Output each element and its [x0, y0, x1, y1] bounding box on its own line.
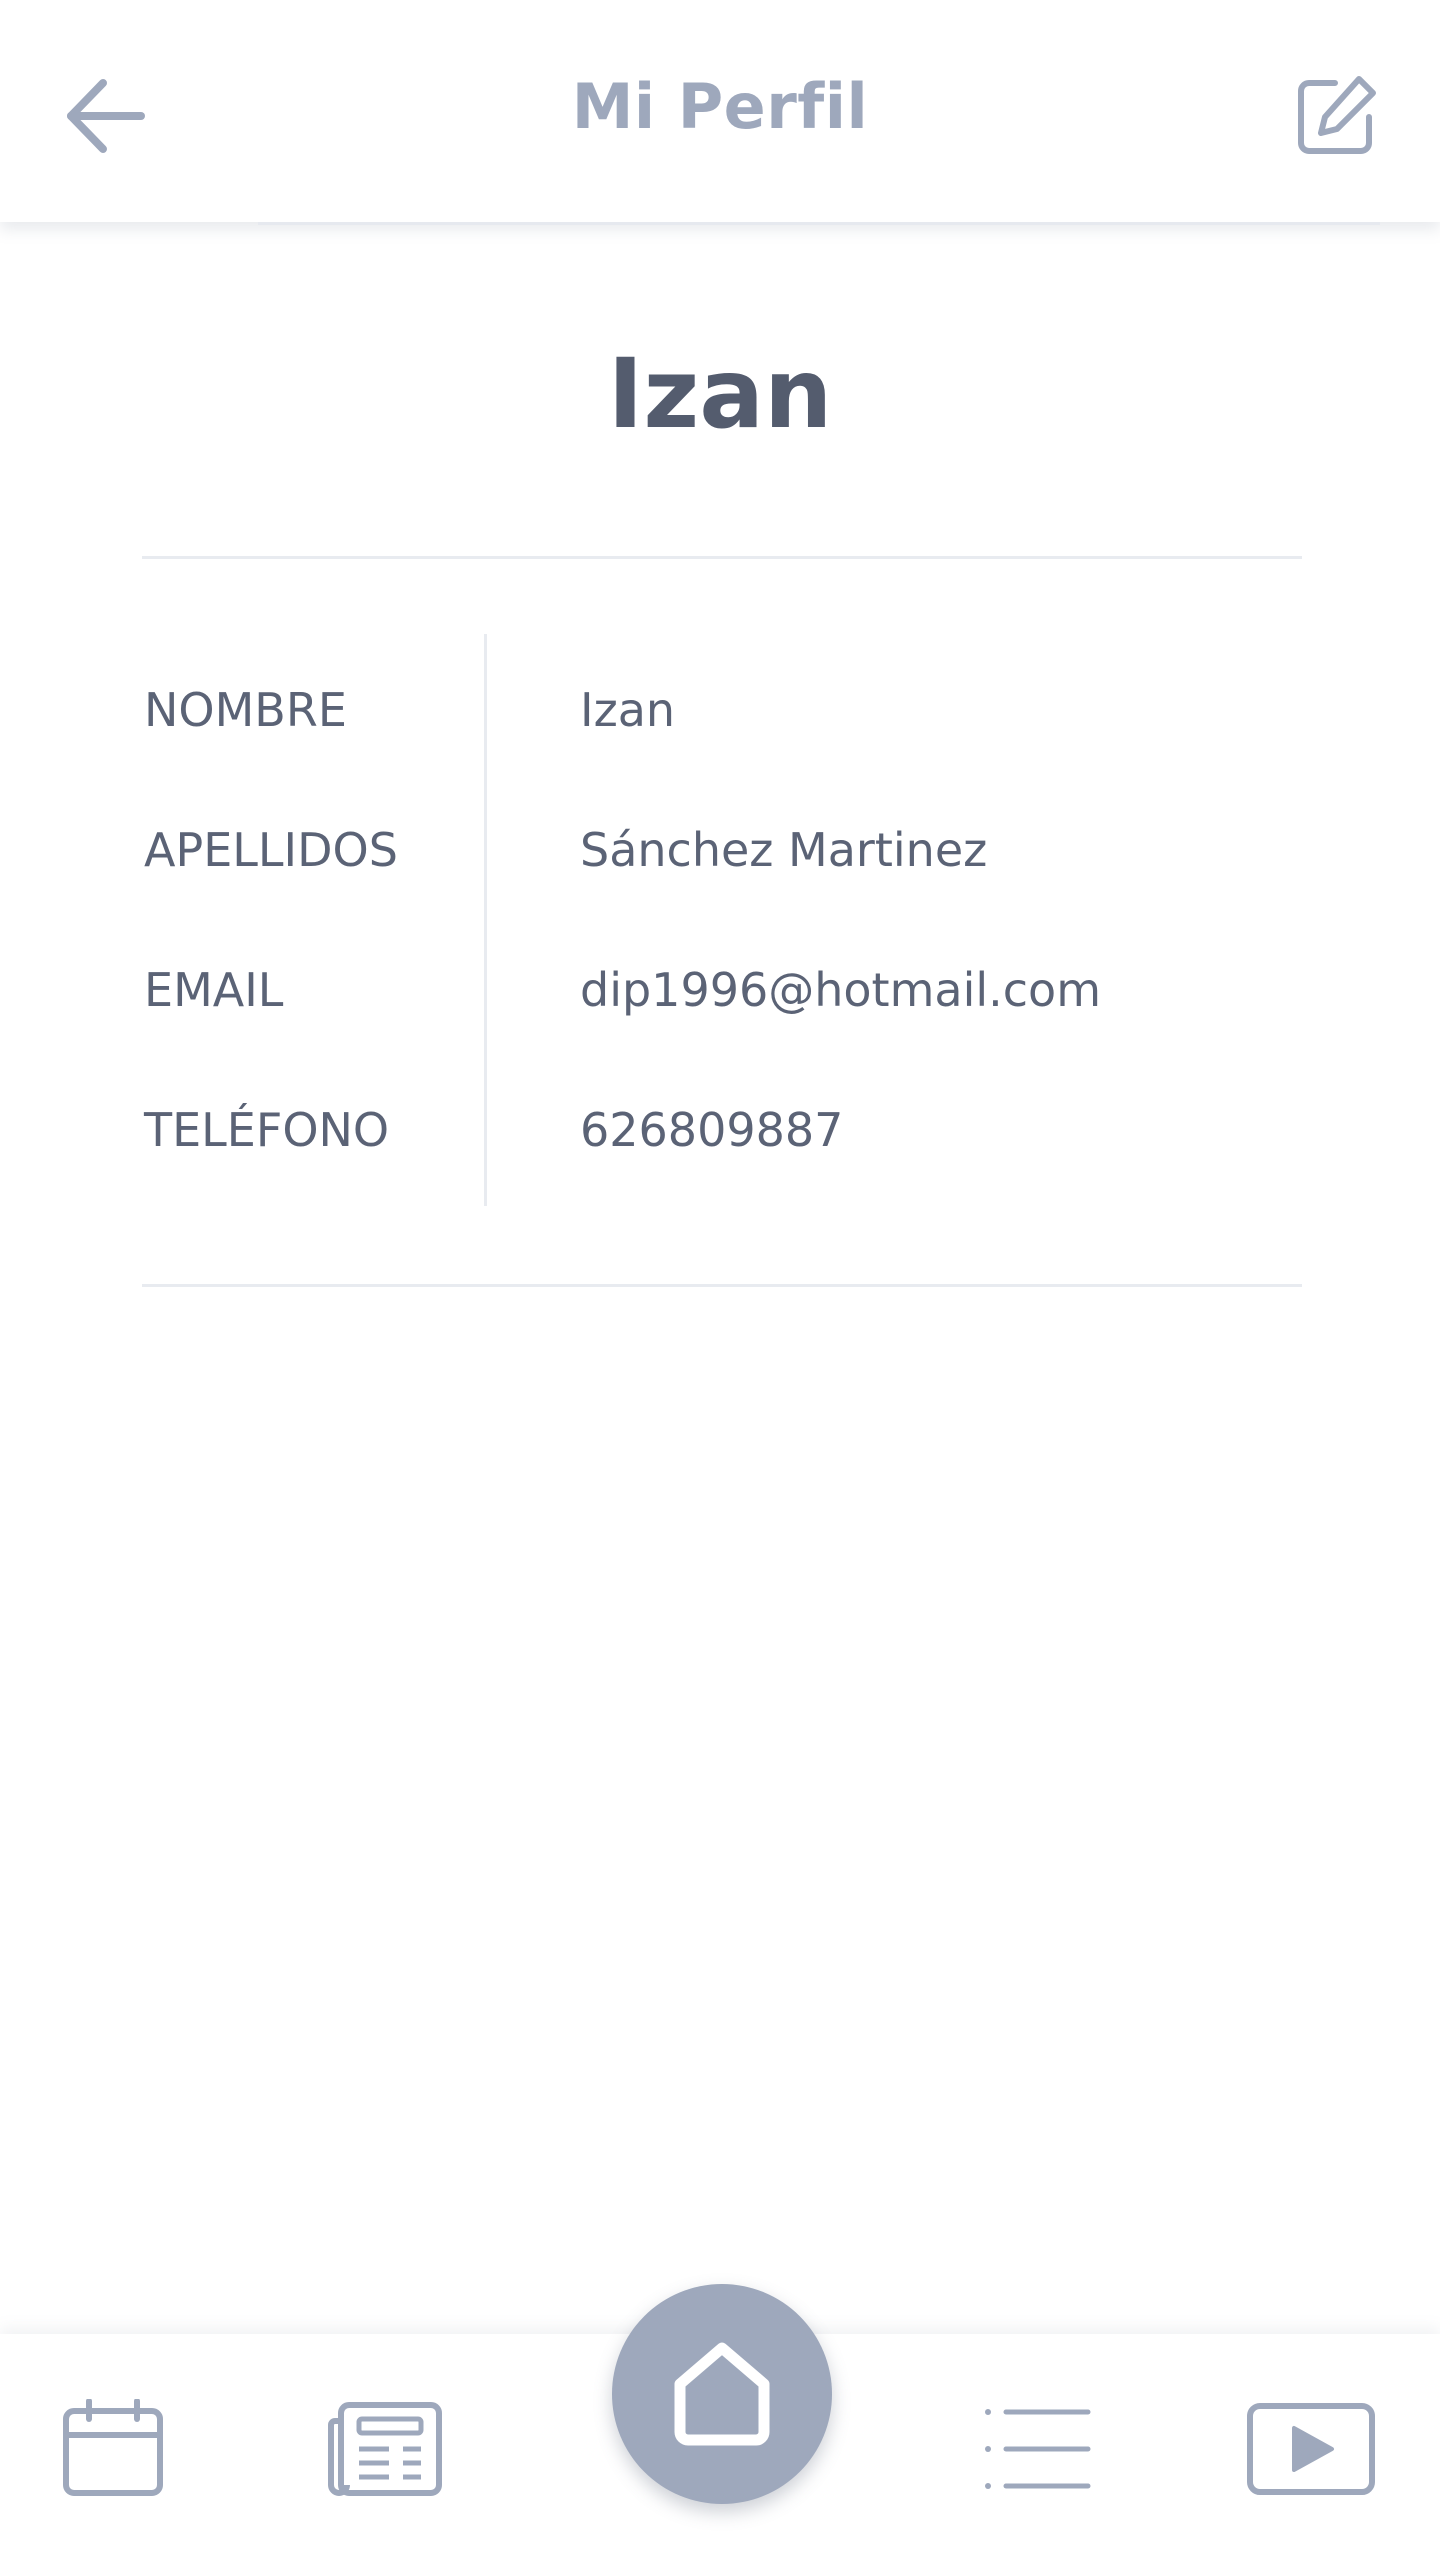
- divider: [142, 1284, 1302, 1287]
- page-title: Mi Perfil: [571, 70, 869, 143]
- nav-calendar-button[interactable]: [48, 2394, 178, 2504]
- edit-profile-button[interactable]: [1276, 56, 1396, 176]
- detail-row-apellidos: APELLIDOS Sánchez Martinez: [142, 810, 1302, 890]
- detail-row-telefono: TELÉFONO 626809887: [142, 1090, 1302, 1170]
- detail-label: APELLIDOS: [144, 823, 398, 877]
- detail-value: Sánchez Martinez: [580, 823, 988, 877]
- top-app-bar: Mi Perfil: [0, 0, 1440, 222]
- detail-label: NOMBRE: [144, 683, 347, 737]
- header-underline: [258, 222, 1380, 225]
- nav-news-button[interactable]: [320, 2394, 450, 2504]
- detail-row-nombre: NOMBRE Izan: [142, 670, 1302, 750]
- newspaper-icon: [328, 2402, 442, 2496]
- home-icon: [674, 2342, 770, 2446]
- detail-row-email: EMAIL dip1996@hotmail.com: [142, 950, 1302, 1030]
- nav-video-button[interactable]: [1246, 2394, 1376, 2504]
- profile-details-table: NOMBRE Izan APELLIDOS Sánchez Martinez E…: [142, 634, 1302, 1206]
- detail-value: Izan: [580, 683, 676, 737]
- list-icon: [985, 2409, 1091, 2489]
- play-video-icon: [1247, 2403, 1375, 2495]
- detail-label: EMAIL: [144, 963, 284, 1017]
- detail-value: 626809887: [580, 1103, 844, 1157]
- divider: [142, 556, 1302, 559]
- detail-label: TELÉFONO: [144, 1103, 390, 1157]
- calendar-icon: [63, 2399, 163, 2496]
- detail-value: dip1996@hotmail.com: [580, 963, 1102, 1017]
- profile-display-name: Izan: [607, 338, 833, 450]
- edit-square-icon: [1298, 76, 1376, 154]
- nav-list-button[interactable]: [972, 2394, 1102, 2504]
- profile-screen: Mi Perfil Izan NOMBRE Izan APELLIDOS Sán…: [0, 0, 1440, 2560]
- home-button[interactable]: [612, 2284, 832, 2504]
